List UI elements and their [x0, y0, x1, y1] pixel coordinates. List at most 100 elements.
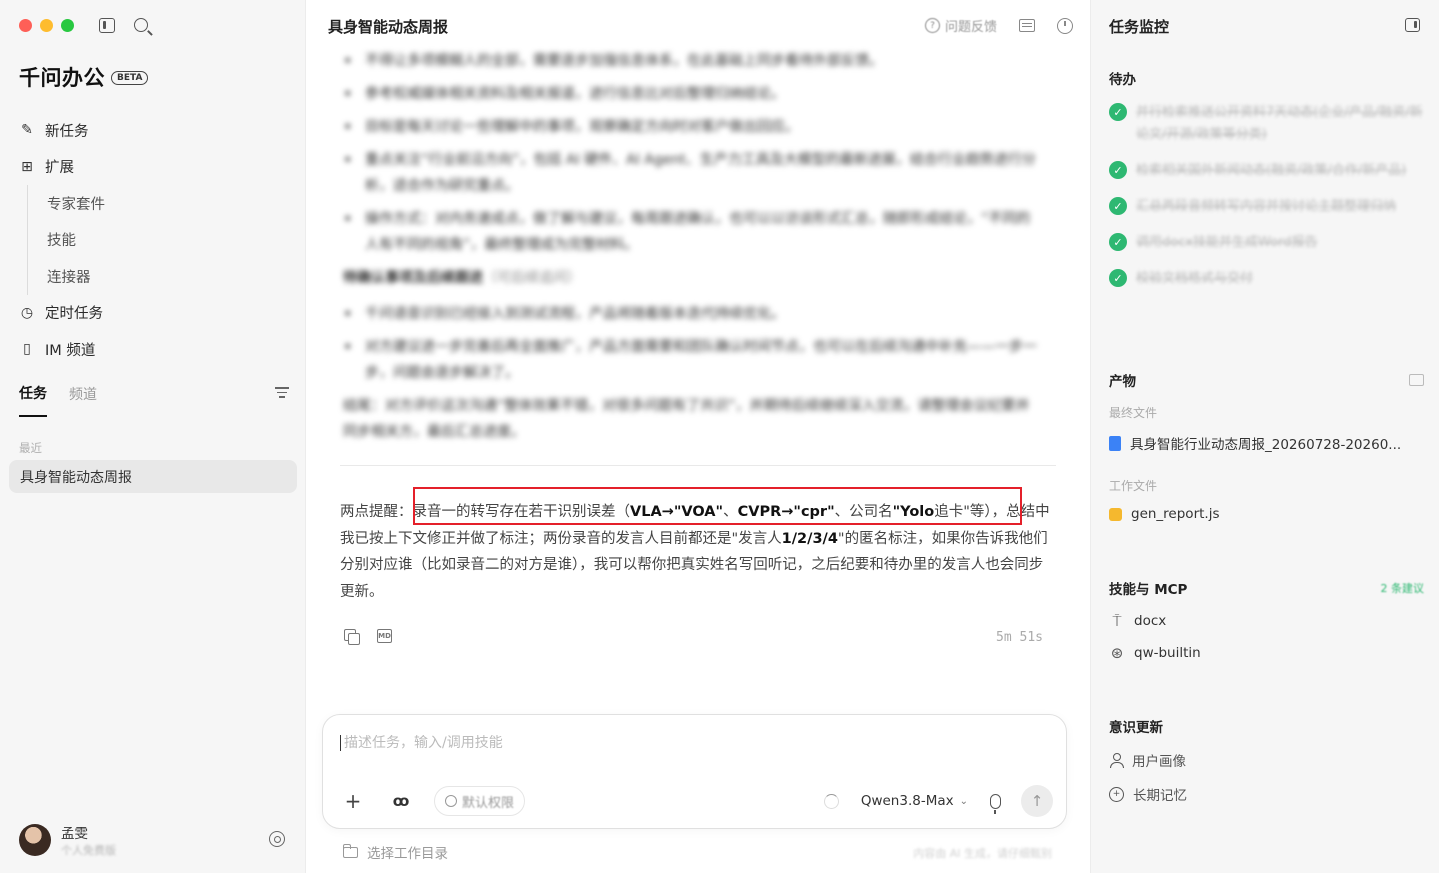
skill-item-docx[interactable]: ⍑ docx — [1109, 612, 1424, 630]
model-selector[interactable]: Qwen3.8-Max ⌄ — [861, 786, 968, 816]
suggestion-badge[interactable]: 2 条建议 — [1381, 580, 1425, 596]
todo-item: ✓ 调用docx技能并生成Word报告 — [1109, 232, 1424, 254]
skills-heading: 技能与 MCP — [1109, 582, 1188, 598]
panel-title: 任务监控 — [1109, 18, 1170, 36]
skill-item-qw-builtin[interactable]: ⊛ qw-builtin — [1109, 644, 1424, 662]
tab-channels[interactable]: 频道 — [69, 384, 97, 416]
output-heading: 产物 — [1109, 374, 1136, 390]
sidebar-tabs: 任务 频道 — [19, 383, 289, 417]
shield-check-icon — [445, 795, 457, 807]
list-item: • 操作方式：对内务速成点，做了解与建议，每周跟进确认，也可以以访谈形式汇总，随即… — [343, 209, 1031, 253]
markdown-icon[interactable]: MD — [377, 629, 392, 643]
memory-heading: 意识更新 — [1109, 720, 1163, 736]
copy-icon[interactable] — [344, 629, 360, 645]
memory-item-long-term[interactable]: + 长期记忆 — [1109, 784, 1424, 804]
edit-icon: ✎ — [21, 122, 33, 139]
send-button[interactable]: ↑ — [1021, 785, 1053, 817]
workdir-selector[interactable]: 选择工作目录 — [342, 842, 448, 862]
sidebar-item-label: 技能 — [47, 233, 76, 250]
avatar[interactable] — [19, 824, 51, 856]
recent-item-label: 具身智能动态周报 — [20, 469, 132, 486]
extension-icon: ⊞ — [21, 158, 33, 175]
task-input[interactable] — [340, 735, 1040, 751]
plus-icon[interactable]: + — [338, 786, 368, 816]
permission-button[interactable]: 默认权限 — [434, 786, 526, 816]
zoom-window-button[interactable] — [61, 19, 74, 32]
list-item: • 目标是每天讨论一些理解中的事项，观察确定方向时对客户做出回应。 — [343, 117, 799, 136]
memory-item-user-profile[interactable]: 用户画像 — [1109, 750, 1424, 770]
skills-icon[interactable]: ꝏ — [386, 786, 416, 816]
sidebar-item-expert-suite[interactable]: 专家套件 — [47, 185, 299, 222]
list-item[interactable]: 具身智能动态周报 — [9, 460, 297, 493]
list-item: • 千问语音识别已经接入到测试流程，产品将随着版本迭代持续优化。 — [343, 304, 785, 323]
sidebar-item-label: 定时任务 — [45, 306, 103, 323]
search-icon[interactable] — [134, 18, 148, 32]
sidebar-item-label: 新任务 — [45, 123, 89, 140]
brand-name: 千问办公 — [19, 66, 105, 90]
phone-icon: ▯ — [23, 341, 31, 358]
reminder-paragraph: 两点提醒：录音一的转写存在若干识别误差（VLA→"VOA"、CVPR→"cpr"… — [340, 504, 1050, 600]
feedback-button[interactable]: ? 问题反馈 — [924, 16, 997, 35]
sidebar-item-im-channel[interactable]: ▯ IM 频道 — [19, 331, 299, 368]
feedback-label: 问题反馈 — [944, 20, 997, 35]
user-profile[interactable]: 孟雯 个人免费版 — [19, 820, 289, 860]
message-blurred-content: • 不得让多项模糊人的全部，需要逐步加强信息体系，在此基础上同步看待外部反馈。 •… — [343, 48, 1043, 445]
clock-icon: ◷ — [20, 304, 34, 321]
output-section: 产物 最终文件 具身智能行业动态周报_20260728-20260... 工作文… — [1109, 370, 1424, 522]
todo-item: ✓ 并行检索推送公开资料7天动态(企业/产品/融资/新论文/开源/政策等分类) — [1109, 102, 1424, 146]
minimize-window-button[interactable] — [40, 19, 53, 32]
check-icon: ✓ — [1109, 269, 1127, 287]
sidebar-item-skills[interactable]: 技能 — [47, 222, 299, 259]
final-files-label: 最终文件 — [1109, 406, 1158, 420]
composer-toolbar: + ꝏ 默认权限 Qwen3.8-Max ⌄ ↑ — [338, 785, 1053, 817]
task-monitor-panel: 任务监控 待办 ✓ 并行检索推送公开资料7天动态(企业/产品/融资/新论文/开源… — [1090, 0, 1439, 873]
filter-icon[interactable] — [275, 387, 289, 398]
todo-item: ✓ 校验文档格式与交付 — [1109, 268, 1424, 290]
pin-icon: ⍑ — [1112, 612, 1122, 630]
sidebar-item-scheduled-tasks[interactable]: ◷ 定时任务 — [19, 295, 299, 332]
question-icon: ? — [924, 18, 940, 33]
history-icon[interactable] — [1057, 17, 1073, 34]
user-name: 孟雯 — [61, 826, 88, 842]
close-window-button[interactable] — [19, 19, 32, 32]
check-icon: ✓ — [1109, 161, 1127, 179]
list-item: • 重点关注“行业前沿方向”，包括 AI 硬件、AI Agent、生产力工具及大模… — [343, 150, 1036, 194]
sidebar-item-label: 专家套件 — [47, 196, 105, 213]
memory-section: 意识更新 用户画像 + 长期记忆 — [1109, 716, 1424, 804]
message-tools: MD — [344, 629, 392, 645]
sidebar-item-label: 连接器 — [47, 269, 91, 286]
microphone-icon[interactable] — [990, 793, 1001, 814]
person-icon — [1109, 752, 1124, 768]
tab-tasks[interactable]: 任务 — [19, 383, 47, 417]
list-item: • 不得让多项模糊人的全部，需要逐步加强信息体系，在此基础上同步看待外部反馈。 — [343, 51, 883, 70]
extensions-subnav: 专家套件 技能 连接器 — [27, 185, 299, 295]
sidebar-toggle-icon[interactable] — [99, 18, 115, 33]
sidebar-item-new-task[interactable]: ✎ 新任务 — [19, 112, 299, 149]
work-files-label: 工作文件 — [1109, 479, 1158, 493]
todo-heading: 待办 — [1109, 72, 1136, 88]
sidebar-item-label: IM 频道 — [45, 342, 96, 359]
composer: + ꝏ 默认权限 Qwen3.8-Max ⌄ ↑ — [322, 714, 1067, 829]
document-icon[interactable] — [1019, 19, 1035, 32]
panel-toggle-icon[interactable] — [1405, 18, 1420, 32]
check-icon: ✓ — [1109, 233, 1127, 251]
sidebar-item-connectors[interactable]: 连接器 — [47, 258, 299, 295]
divider — [340, 465, 1056, 466]
sidebar-item-extensions[interactable]: ⊞ 扩展 — [19, 149, 299, 186]
word-doc-icon — [1109, 435, 1121, 451]
summary-paragraph: 结尾：对方评价这次沟通“整体效果不错，对很多问题有了共识”，并期待后续继续深入交… — [343, 398, 1030, 440]
memory-icon: + — [1109, 786, 1124, 802]
folder-add-icon[interactable] — [1409, 374, 1424, 386]
page-title: 具身智能动态周报 — [328, 18, 449, 36]
recent-label: 最近 — [19, 441, 42, 455]
work-file-item[interactable]: gen_report.js — [1109, 506, 1424, 522]
header-actions: ? 问题反馈 — [924, 16, 1073, 35]
section-heading: 待确认事项及后续跟进（可后续追问） — [343, 270, 581, 286]
gear-icon[interactable] — [269, 831, 285, 847]
loading-spinner-icon — [823, 793, 839, 809]
window-controls — [19, 19, 74, 32]
final-file-item[interactable]: 具身智能行业动态周报_20260728-20260... — [1109, 433, 1424, 453]
todo-item: ✓ 检索相关国外新闻动态(融资/政策/合作/新产品) — [1109, 160, 1424, 182]
list-item: • 对方建议进一步完善后再全面推广，产品方面需要和团队确认时间节点，也可以在后续沟… — [343, 337, 1037, 381]
js-file-icon — [1109, 507, 1122, 521]
